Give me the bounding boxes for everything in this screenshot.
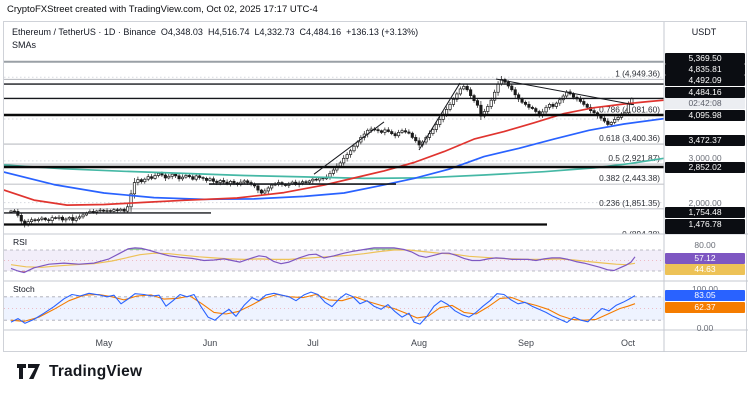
horizontal-lines-layer[interactable] [4, 62, 664, 225]
price-axis-currency[interactable]: USDT [664, 27, 744, 37]
price-level-badge: 1,754.48 [665, 207, 745, 218]
time-axis-month: Jun [203, 338, 218, 348]
chart-canvas[interactable]: 1 (4,949.36)0.786 (4,081.60)0.618 (3,400… [4, 22, 748, 352]
ohlc-high: H4,516.74 [208, 27, 250, 37]
fib-label: 0.382 (2,443.38) [599, 173, 660, 183]
time-axis-month: Jul [307, 338, 319, 348]
price-level-badge: 4,835.81 [665, 64, 745, 75]
tradingview-logo-icon [16, 362, 42, 381]
price-level-badge: 2,852.02 [665, 162, 745, 173]
sma-indicator-legend[interactable]: SMAs [12, 40, 36, 50]
time-axis-month: Oct [621, 338, 636, 348]
ohlc-change: +136.13 (+3.13%) [346, 27, 418, 37]
time-axis-month: May [95, 338, 113, 348]
rsi-ma-value-badge: 44.63 [665, 264, 745, 275]
stoch-pane-label[interactable]: Stoch [13, 284, 35, 294]
price-level-badge: 4,095.98 [665, 110, 745, 121]
price-level-badge: 4,492.09 [665, 75, 745, 86]
countdown-badge: 02:42:08 [665, 98, 745, 109]
time-axis-month: Sep [518, 338, 534, 348]
fib-label: 0.618 (3,400.36) [599, 133, 660, 143]
time-axis-month: Aug [411, 338, 427, 348]
price-level-badge [665, 228, 745, 234]
price-level-badge: 5,369.50 [665, 53, 745, 64]
ohlc-open: O4,348.03 [161, 27, 203, 37]
attribution-text: CryptoFXStreet created with TradingView.… [7, 4, 318, 15]
last-price-badge: 4,484.16 [665, 87, 745, 98]
screenshot-root: CryptoFXStreet created with TradingView.… [0, 0, 750, 400]
stoch-k-value-badge: 83.05 [665, 290, 745, 301]
tradingview-logo-text: TradingView [49, 363, 142, 381]
fib-label: 1 (4,949.36) [615, 68, 660, 78]
axis-scale-label: 80.00 [665, 240, 745, 251]
rsi-value-badge: 57.12 [665, 253, 745, 264]
ohlc-low: L4,332.73 [255, 27, 295, 37]
tradingview-logo[interactable]: TradingView [16, 362, 142, 381]
tradingview-chart-widget: 1 (4,949.36)0.786 (4,081.60)0.618 (3,400… [3, 21, 747, 352]
price-level-badge: 3,472.37 [665, 135, 745, 146]
time-axis[interactable]: May Jun Jul Aug Sep Oct [95, 338, 635, 348]
stoch-d-value-badge: 62.37 [665, 302, 745, 313]
chart-legend[interactable]: Ethereum / TetherUS · 1D · Binance O4,348… [12, 27, 423, 37]
symbol-title[interactable]: Ethereum / TetherUS · 1D · Binance [12, 27, 156, 37]
fib-label: 0.236 (1,851.35) [599, 198, 660, 208]
axis-scale-label: 0.00 [665, 323, 745, 334]
fib-label: 0.5 (2,921.87) [608, 153, 660, 163]
rsi-pane-label[interactable]: RSI [13, 237, 27, 247]
ohlc-close: C4,484.16 [300, 27, 342, 37]
